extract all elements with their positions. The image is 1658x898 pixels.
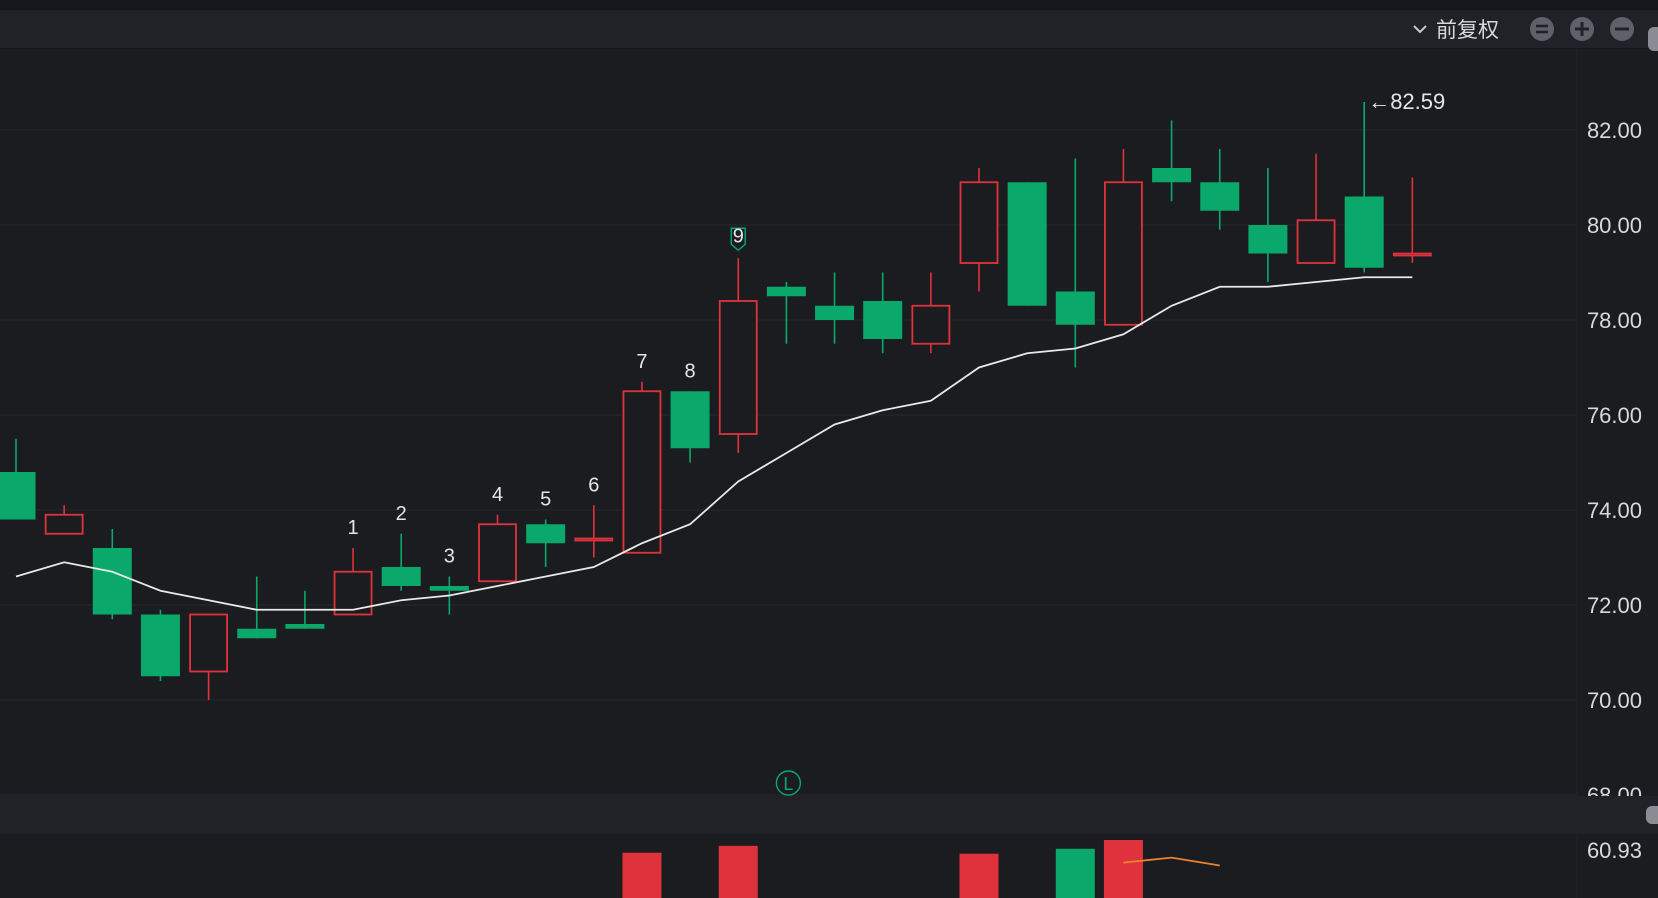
candle-body-down	[1248, 225, 1288, 254]
chevron-down-icon	[1413, 25, 1427, 34]
candle-body-down	[1055, 291, 1095, 325]
sequence-label: 6	[588, 474, 599, 496]
candle-body-down	[1007, 182, 1047, 306]
candle-body-down	[429, 586, 469, 591]
candle-body-down	[1152, 168, 1192, 183]
candle-body-down	[237, 628, 277, 639]
max-price-label: ←82.59	[1368, 89, 1445, 114]
volume-axis-label: 60.93	[1587, 838, 1642, 863]
candle-body-up	[189, 613, 229, 673]
price-axis-tick-label: 76.00	[1587, 403, 1642, 428]
zoom-out-icon	[1615, 27, 1629, 31]
volume-panel-header	[0, 796, 1658, 834]
price-axis-tick-label: 82.00	[1587, 118, 1642, 143]
candle-body-up	[1104, 181, 1143, 326]
candle-body-down	[1200, 182, 1240, 211]
candle-body-up	[718, 300, 758, 435]
price-adjust-label: 前复权	[1436, 18, 1499, 42]
price-axis-tick-label: 80.00	[1587, 213, 1642, 238]
volume-bar	[1055, 848, 1095, 898]
candle-body-up	[1296, 219, 1336, 264]
sequence-badge: 9	[730, 225, 746, 252]
candle-body-down	[526, 524, 566, 544]
candle-body-down	[0, 472, 36, 520]
candle-body-up	[911, 304, 951, 345]
sequence-label: 5	[540, 489, 551, 511]
candle-body-down	[140, 614, 180, 677]
candle-body-up	[478, 523, 517, 583]
zoom-in-button[interactable]	[1570, 17, 1594, 41]
candle-body-down	[92, 548, 132, 615]
chart-toolbar: 前复权	[0, 10, 1658, 51]
sequence-label: 9	[733, 225, 744, 247]
volume-bar	[718, 845, 758, 898]
zoom-in-icon	[1575, 22, 1589, 36]
candle-body-down	[1344, 196, 1384, 268]
sequence-label: 8	[685, 360, 696, 382]
marker-label: L	[783, 774, 793, 794]
moving-average-line	[15, 276, 1413, 611]
candle-body-up	[1392, 252, 1432, 257]
candle-body-down	[381, 567, 421, 586]
volume-bar	[1103, 840, 1143, 898]
candle-body-up	[959, 181, 999, 264]
candle-body-up	[622, 390, 662, 554]
price-adjust-dropdown[interactable]: 前复权	[1410, 14, 1499, 44]
volume-chart[interactable]: 60.93	[0, 834, 1658, 898]
candle-body-down	[863, 301, 903, 339]
candle-body-down	[815, 305, 855, 320]
price-axis-tick-label: 72.00	[1587, 593, 1642, 618]
candle-body-down	[670, 391, 710, 449]
price-axis-tick-label: 74.00	[1587, 498, 1642, 523]
candlestick-chart[interactable]: 82.00 80.00 78.00 76.00 74.00 72.00 70.00 68.00…	[0, 48, 1658, 796]
candle-body-down	[285, 624, 325, 629]
reset-icon	[1536, 24, 1548, 34]
volume-settings-icon[interactable]	[1646, 806, 1658, 824]
reset-button[interactable]	[1530, 17, 1554, 41]
sequence-label: 1	[347, 517, 358, 539]
sequence-label: 2	[396, 503, 407, 525]
volume-bar	[622, 852, 662, 898]
top-strip	[0, 0, 1658, 10]
price-axis-tick-label: 70.00	[1587, 688, 1642, 713]
price-axis-tick-label: 68.00	[1587, 783, 1642, 796]
sequence-label: 3	[444, 546, 455, 568]
price-axis-tick-label: 78.00	[1587, 308, 1642, 333]
sequence-label: 7	[636, 351, 647, 373]
candle-body-down	[766, 286, 806, 297]
volume-bar	[959, 853, 999, 898]
zoom-out-button[interactable]	[1610, 17, 1634, 41]
candle-body-up	[44, 513, 84, 535]
candle-body-up	[574, 537, 614, 542]
sequence-label: 4	[492, 484, 503, 506]
